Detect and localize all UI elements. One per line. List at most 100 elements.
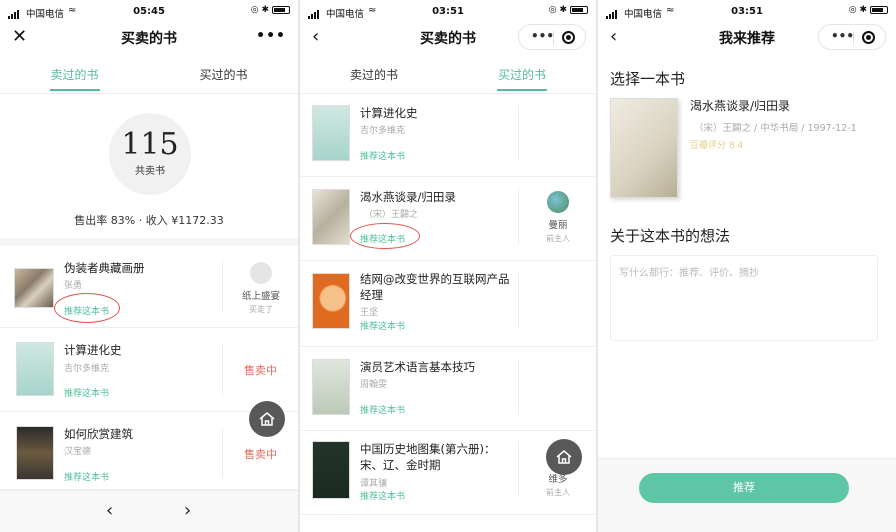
recommend-link[interactable]: 推荐这本书 [360, 489, 405, 502]
bottom-navigation: ‹ › [0, 490, 298, 532]
avatar [547, 191, 569, 213]
book-row[interactable]: 伪装者典藏画册 张勇 推荐这本书 纸上盛宴 买走了 [0, 246, 298, 328]
home-button[interactable] [546, 439, 582, 475]
screen-sold-books: 中国电信 ≈ 05:45 ◎ ✱ ✕ 买卖的书 ••• 卖过的书 买过的书 11… [0, 0, 298, 532]
book-author: 吉尔多维克 [360, 126, 406, 136]
sales-stats: 售出率 83% · 收入 ¥1172.33 [0, 212, 298, 228]
annotation-circle [54, 293, 120, 323]
tab-sold[interactable]: 卖过的书 [300, 66, 448, 83]
income-label: 收入 [145, 214, 168, 227]
recommend-link[interactable]: 推荐这本书 [64, 470, 109, 483]
recommend-link[interactable]: 推荐这本书 [360, 149, 405, 162]
book-title: 计算进化史 [360, 106, 418, 120]
recommend-link[interactable]: 推荐这本书 [64, 386, 109, 399]
battery-icon [272, 5, 290, 14]
forward-arrow-icon[interactable]: › [184, 500, 191, 521]
battery-icon [870, 5, 888, 14]
capsule-menu: ••• [818, 24, 886, 50]
buyer-name: 纸上盛宴 [241, 291, 280, 302]
close-app-icon[interactable] [862, 31, 875, 44]
book-author: 汉宝德 [64, 447, 92, 457]
sold-count-label: 共卖书 [135, 166, 165, 177]
recommend-link[interactable]: 推荐这本书 [360, 403, 405, 416]
more-dots-icon[interactable]: ••• [831, 29, 854, 43]
book-rating: 豆瓣评分 8.4 [690, 141, 744, 151]
book-cover [312, 441, 350, 499]
capsule-divider [853, 31, 854, 45]
rate-label: 售出率 [74, 214, 108, 227]
status-badge: 售卖中 [244, 448, 277, 461]
book-title: 渴水燕谈录/归田录 [360, 190, 456, 204]
home-icon [259, 412, 275, 426]
book-author: （宋）王闢之 [364, 210, 419, 220]
status-bar: 中国电信 ≈ 03:51 ◎ ✱ [598, 0, 896, 24]
book-author: 吉尔多维克 [64, 364, 110, 374]
book-cover [16, 342, 54, 396]
rate-value: 83% [110, 214, 136, 227]
previous-owner-info[interactable]: 曼丽 前主人 [528, 191, 588, 244]
status-badge: 售卖中 [244, 364, 277, 377]
divider [222, 262, 223, 312]
book-cover [312, 359, 350, 415]
page-title: 买卖的书 [121, 31, 177, 47]
book-title: 伪装者典藏画册 [64, 261, 145, 275]
close-app-icon[interactable] [562, 31, 575, 44]
thoughts-placeholder: 写什么都行：推荐、评价、摘抄 [619, 268, 759, 279]
sold-count: 115 [121, 127, 179, 162]
sold-count-circle: 115 共卖书 [109, 113, 191, 195]
book-title: 演员艺术语言基本技巧 [360, 360, 475, 374]
buyer-action: 买走了 [249, 305, 273, 314]
more-dots-icon[interactable]: ••• [256, 28, 286, 44]
book-row[interactable]: 计算进化史 吉尔多维克 推荐这本书 [300, 95, 596, 177]
tab-bought[interactable]: 买过的书 [149, 66, 298, 83]
tab-bought[interactable]: 买过的书 [448, 66, 596, 91]
tab-sold[interactable]: 卖过的书 [0, 66, 149, 91]
divider [518, 359, 519, 415]
battery-indicator: ◎ ✱ [251, 5, 290, 15]
book-row[interactable]: 计算进化史 吉尔多维克 推荐这本书 售卖中 [0, 328, 298, 412]
separator-dot: · [138, 214, 146, 227]
book-meta: （宋）王闢之 / 中华书局 / 1997-12-1 [694, 123, 857, 134]
nav-bar: ‹ 我来推荐 ••• [598, 24, 896, 54]
capsule-menu: ••• [518, 24, 586, 50]
book-author: 周翰雯 [360, 380, 388, 390]
book-author: 谭其骧 [360, 479, 388, 489]
tab-bar: 卖过的书 买过的书 [300, 56, 596, 94]
tab-bought-label: 买过的书 [199, 68, 248, 82]
select-book-heading: 选择一本书 [610, 70, 686, 88]
divider [518, 189, 519, 245]
tab-sold-label: 卖过的书 [50, 68, 99, 82]
more-dots-icon[interactable]: ••• [531, 29, 554, 43]
home-icon [556, 450, 572, 464]
book-title: 计算进化史 [64, 343, 122, 357]
book-row[interactable]: 演员艺术语言基本技巧 周翰雯 推荐这本书 [300, 347, 596, 431]
book-cover [14, 268, 54, 308]
book-cover [16, 426, 54, 480]
tab-bar: 卖过的书 买过的书 [0, 56, 298, 94]
back-arrow-icon[interactable]: ‹ [106, 500, 113, 521]
home-button[interactable] [249, 401, 285, 437]
previous-owner-info[interactable]: 维多 前主人 [528, 471, 588, 498]
tab-sold-label: 卖过的书 [349, 68, 398, 82]
book-row[interactable]: 结网@改变世界的互联网产品经理 王坚 推荐这本书 [300, 261, 596, 347]
book-cover[interactable] [610, 98, 678, 198]
nav-bar: ‹ 买卖的书 ••• [300, 24, 596, 54]
recommend-submit-button[interactable]: 推荐 [639, 473, 849, 503]
tab-bought-label: 买过的书 [497, 68, 546, 82]
book-cover [312, 273, 350, 329]
book-title: 渴水燕谈录/归田录 [690, 99, 791, 113]
thoughts-input[interactable]: 写什么都行：推荐、评价、摘抄 [610, 255, 878, 341]
divider [222, 428, 223, 478]
capsule-divider [553, 31, 554, 45]
bottom-bar: 推荐 [598, 458, 896, 532]
thoughts-heading: 关于这本书的想法 [610, 227, 731, 245]
book-cover [312, 189, 350, 245]
tab-underline [49, 89, 100, 91]
buyer-info[interactable]: 纸上盛宴 买走了 [230, 262, 292, 315]
screen-bought-books: 中国电信 ≈ 03:51 ◎ ✱ ‹ 买卖的书 ••• 卖过的书 买过的书 计算… [300, 0, 596, 532]
recommend-link[interactable]: 推荐这本书 [360, 319, 405, 332]
book-row[interactable]: 渴水燕谈录/归田录 （宋）王闢之 推荐这本书 曼丽 前主人 [300, 177, 596, 261]
owner-label: 前主人 [546, 234, 570, 243]
status-bar: 中国电信 ≈ 03:51 ◎ ✱ [300, 0, 596, 24]
avatar [250, 262, 272, 284]
